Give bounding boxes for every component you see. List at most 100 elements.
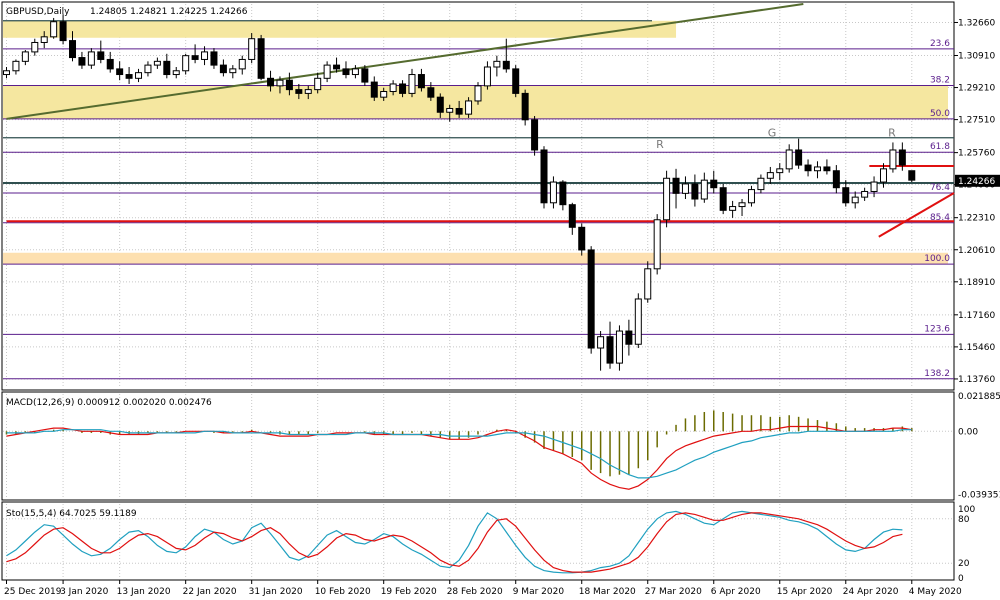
fib-level-label: 138.2 <box>924 369 950 379</box>
date-tick-label: 4 May 2020 <box>909 587 962 597</box>
date-tick-label: 22 Jan 2020 <box>183 587 237 597</box>
sto-tick-label: 0 <box>958 574 964 584</box>
price-axis: 1.326601.309101.292101.275101.257601.240… <box>954 18 995 385</box>
candle-body <box>549 181 557 204</box>
candle-body <box>587 249 595 349</box>
candle-body <box>568 204 576 228</box>
stochastic-label: Sto(15,5,4) 64.7025 59.1189 <box>6 509 137 519</box>
candle-body <box>795 149 803 166</box>
macd-label: MACD(12,26,9) 0.000912 0.002020 0.002476 <box>6 398 212 408</box>
candle-body <box>700 179 708 200</box>
candle-body <box>681 183 689 194</box>
candle-body <box>540 149 548 204</box>
candle-body <box>531 119 539 151</box>
price-tick-label: 1.27510 <box>958 116 995 126</box>
fib-level-label: 61.8 <box>930 142 950 152</box>
candle-body <box>172 70 180 76</box>
candle-body <box>59 21 67 42</box>
candle-body <box>747 189 755 204</box>
pattern-label: G <box>768 127 777 140</box>
date-tick-label: 3 Jan 2020 <box>60 587 108 597</box>
candle-body <box>97 51 105 60</box>
candle-body <box>644 268 652 300</box>
candle-body <box>663 177 671 221</box>
candle-body <box>229 68 237 74</box>
date-tick-label: 9 Mar 2020 <box>513 587 565 597</box>
candle-body <box>672 177 680 194</box>
candle-body <box>342 68 350 76</box>
candle-body <box>710 179 718 189</box>
candle-body <box>615 330 623 364</box>
price-zone <box>3 20 677 38</box>
candle-body <box>719 187 727 211</box>
date-tick-label: 18 Mar 2020 <box>579 587 636 597</box>
candle-body <box>483 66 491 87</box>
date-tick-label: 31 Jan 2020 <box>249 587 303 597</box>
candle-body <box>201 51 209 60</box>
current-price-label: 1.24266 <box>958 177 995 187</box>
candle-body <box>521 92 529 121</box>
candle-body <box>738 202 746 208</box>
candle-body <box>78 57 86 66</box>
candle-body <box>389 83 397 93</box>
price-tick-label: 1.25760 <box>958 149 995 159</box>
candle-body <box>785 149 793 170</box>
candle-body <box>69 40 77 59</box>
date-tick-label: 27 Mar 2020 <box>645 587 702 597</box>
candle-body <box>116 68 124 76</box>
price-tick-label: 1.32660 <box>958 18 995 28</box>
candle-body <box>597 336 605 349</box>
candle-body <box>578 226 586 251</box>
candle-body <box>757 177 765 191</box>
candle-body <box>408 74 416 94</box>
candle-body <box>908 170 916 181</box>
macd-panel-frame <box>1 391 955 501</box>
price-tick-label: 1.29210 <box>958 84 995 94</box>
candle-body <box>455 107 463 115</box>
candle-body <box>870 181 878 192</box>
candle-body <box>823 166 831 172</box>
candle-body <box>370 81 378 98</box>
candle-body <box>851 196 859 204</box>
candle-body <box>12 60 20 72</box>
fib-level-label: 38.2 <box>930 75 950 85</box>
fib-level-label: 123.6 <box>924 324 950 334</box>
date-tick-label: 25 Dec 2019 <box>4 587 62 597</box>
candle-body <box>474 85 482 102</box>
candle-body <box>3 70 10 76</box>
sto-tick-label: 80 <box>958 515 970 525</box>
candle-body <box>729 206 737 211</box>
candle-body <box>502 60 510 70</box>
price-tick-label: 1.15460 <box>958 343 995 353</box>
candle-body <box>257 38 265 79</box>
candle-body <box>285 79 293 91</box>
candle-body <box>625 330 633 345</box>
sto-tick-label: 20 <box>958 559 970 569</box>
candle-body <box>559 181 567 206</box>
candle-body <box>50 21 58 38</box>
candle-body <box>436 96 444 113</box>
candle-body <box>766 172 774 179</box>
candle-body <box>163 60 171 76</box>
fib-level-label: 76.4 <box>930 183 950 193</box>
price-tick-label: 1.20610 <box>958 246 995 256</box>
pattern-label: R <box>656 138 664 151</box>
candle-body <box>691 183 699 200</box>
candle-body <box>144 64 152 74</box>
candle-body <box>351 68 359 76</box>
candle-body <box>153 60 161 66</box>
candle-body <box>493 60 501 68</box>
candle-body <box>295 89 303 94</box>
candle-body <box>512 68 520 94</box>
candle-body <box>106 58 114 70</box>
price-tick-label: 1.22310 <box>958 214 995 224</box>
candle-body <box>314 77 322 91</box>
price-tick-label: 1.13760 <box>958 375 995 385</box>
candle-body <box>417 74 425 89</box>
candle-body <box>125 74 133 79</box>
candle-body <box>21 51 29 62</box>
candle-body <box>191 55 199 60</box>
candle-body <box>210 51 218 66</box>
candle-body <box>135 72 143 79</box>
candle-body <box>267 77 275 87</box>
